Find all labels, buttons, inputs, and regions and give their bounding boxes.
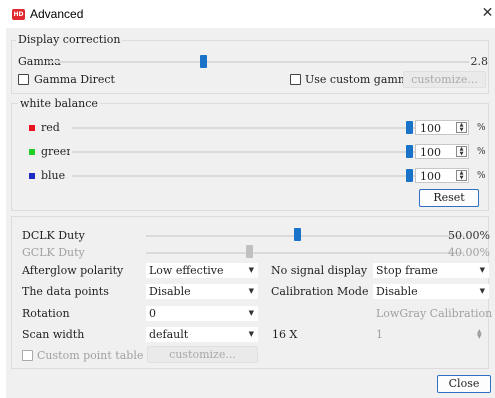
green-unit: % <box>477 147 486 157</box>
data-points-select[interactable]: Disable ▼ <box>146 284 258 299</box>
scan-width-label: Scan width <box>22 328 85 341</box>
rotation-value: 0 <box>149 307 156 320</box>
calibration-mode-select[interactable]: Disable ▼ <box>373 284 489 299</box>
chevron-down-icon: ▼ <box>248 266 254 274</box>
blue-channel-swatch <box>29 173 35 179</box>
red-channel-swatch <box>29 125 35 131</box>
calibration-mode-value: Disable <box>376 285 418 298</box>
afterglow-polarity-select[interactable]: Low effective ▼ <box>146 263 258 278</box>
gamma-customize-button[interactable]: customize... <box>403 71 486 88</box>
red-slider-thumb[interactable] <box>406 121 413 134</box>
chevron-down-icon: ▼ <box>248 309 254 317</box>
chevron-down-icon: ▼ <box>248 287 254 295</box>
app-logo-icon: HD <box>12 9 25 20</box>
blue-value: 100 <box>420 170 441 183</box>
gamma-value: 2.8 <box>470 55 489 68</box>
close-window-icon[interactable]: ✕ <box>480 4 495 22</box>
green-slider-thumb[interactable] <box>406 145 413 158</box>
custom-point-table-checkbox <box>22 350 33 361</box>
red-spin-arrows-icon[interactable]: ▲ ▼ <box>456 122 467 133</box>
blue-slider-thumb[interactable] <box>406 169 413 182</box>
gclk-slider-track <box>146 252 464 254</box>
gamma-slider-track[interactable] <box>49 61 469 63</box>
gclk-duty-label: GCLK Duty <box>22 246 85 259</box>
red-unit: % <box>477 123 486 133</box>
scan-x-label: 16 X <box>272 328 298 341</box>
blue-value-spinbox[interactable]: 100 ▲ ▼ <box>415 168 469 183</box>
chevron-down-icon: ▼ <box>479 287 485 295</box>
data-points-value: Disable <box>149 285 191 298</box>
data-points-label: The data points <box>22 285 109 298</box>
green-channel-swatch <box>29 149 35 155</box>
title-bar: HD Advanced ✕ <box>0 0 495 28</box>
blue-slider-track[interactable] <box>72 175 416 177</box>
red-channel-label: red <box>41 121 60 134</box>
lowgray-calibration-button[interactable]: LowGray Calibration <box>376 307 492 320</box>
blue-unit: % <box>477 171 486 181</box>
dclk-slider-thumb[interactable] <box>294 228 301 241</box>
afterglow-polarity-value: Low effective <box>149 264 224 277</box>
gclk-slider-thumb <box>246 245 253 258</box>
gamma-direct-checkbox[interactable] <box>18 74 29 85</box>
gclk-duty-value: 40.00% <box>448 246 490 259</box>
gamma-slider-thumb[interactable] <box>200 55 207 68</box>
display-correction-title: Display correction <box>16 33 123 46</box>
green-slider-track[interactable] <box>72 151 416 153</box>
rotation-label: Rotation <box>22 307 70 320</box>
red-slider-track[interactable] <box>72 127 416 129</box>
green-value: 100 <box>420 146 441 159</box>
scan-x-spinbox: 1 ▲ ▼ <box>373 327 489 342</box>
dclk-slider-track[interactable] <box>146 235 464 237</box>
scan-x-value: 1 <box>376 328 383 341</box>
use-custom-gamma-label[interactable]: Use custom gamma <box>305 73 415 86</box>
spin-arrows-icon: ▲ ▼ <box>477 328 482 340</box>
green-value-spinbox[interactable]: 100 ▲ ▼ <box>415 144 469 159</box>
dialog-body: Display correction Gamma 2.8 Gamma Direc… <box>6 28 495 398</box>
rotation-select[interactable]: 0 ▼ <box>146 306 258 321</box>
reset-button[interactable]: Reset <box>419 189 479 207</box>
dclk-duty-label: DCLK Duty <box>22 229 85 242</box>
red-value-spinbox[interactable]: 100 ▲ ▼ <box>415 120 469 135</box>
no-signal-display-value: Stop frame <box>376 264 438 277</box>
chevron-down-icon: ▼ <box>248 330 254 338</box>
afterglow-polarity-label: Afterglow polarity <box>22 264 124 277</box>
no-signal-display-select[interactable]: Stop frame ▼ <box>373 263 489 278</box>
red-value: 100 <box>420 122 441 135</box>
custom-point-table-label: Custom point table <box>37 349 144 362</box>
blue-spin-arrows-icon[interactable]: ▲ ▼ <box>456 170 467 181</box>
scan-width-select[interactable]: default ▼ <box>146 327 258 342</box>
blue-channel-label: blue <box>41 169 66 182</box>
green-channel-label: greer <box>41 145 70 158</box>
scan-width-value: default <box>149 328 189 341</box>
close-button[interactable]: Close <box>437 375 491 393</box>
calibration-mode-label: Calibration Mode <box>271 285 369 298</box>
point-table-customize-button: customize... <box>147 346 258 363</box>
white-balance-title: white balance <box>18 97 100 110</box>
use-custom-gamma-checkbox[interactable] <box>290 74 301 85</box>
dclk-duty-value: 50.00% <box>448 229 490 242</box>
chevron-down-icon: ▼ <box>479 266 485 274</box>
window-title: Advanced <box>30 7 84 21</box>
no-signal-display-label: No signal display <box>271 264 368 277</box>
gamma-direct-label[interactable]: Gamma Direct <box>34 73 115 86</box>
green-spin-arrows-icon[interactable]: ▲ ▼ <box>456 146 467 157</box>
